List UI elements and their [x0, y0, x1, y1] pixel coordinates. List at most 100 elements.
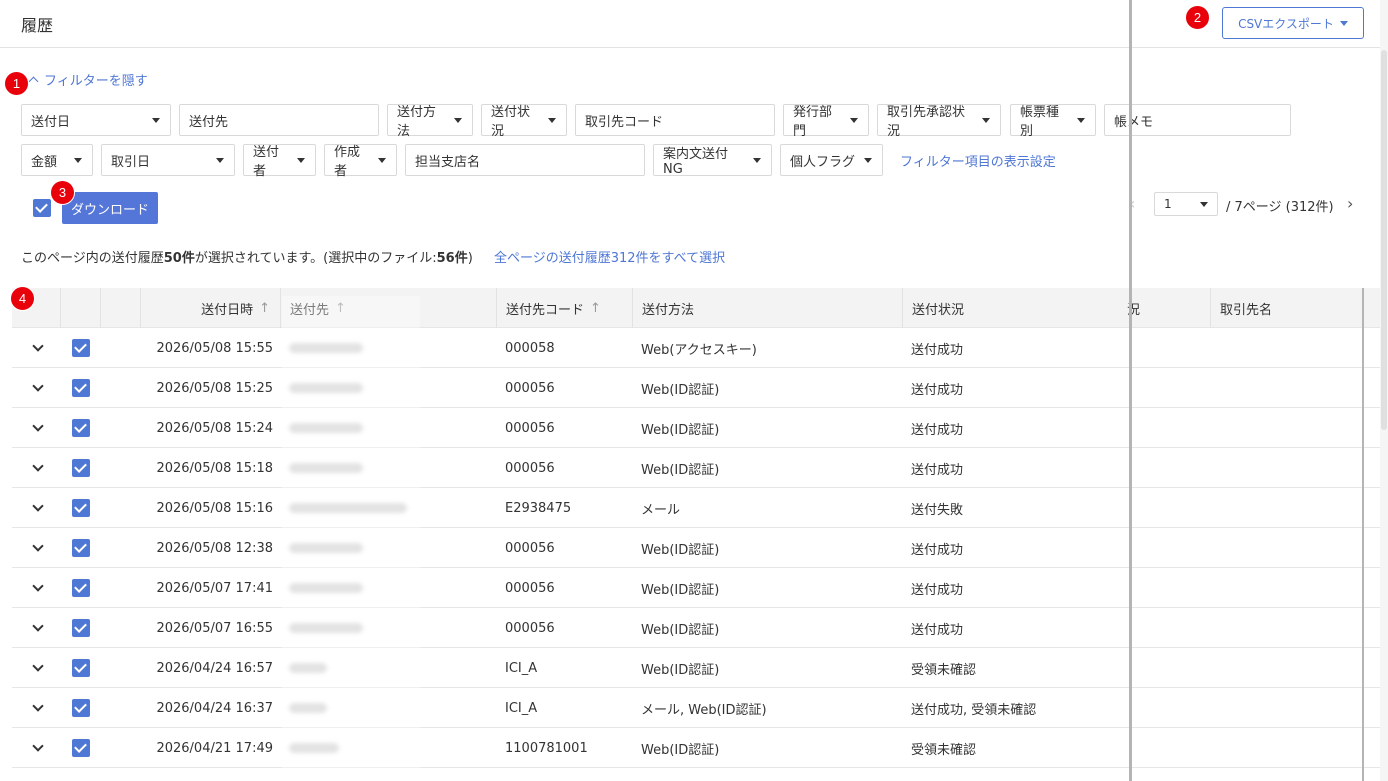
row-checkbox[interactable] [72, 739, 90, 757]
filter-send-status[interactable]: 送付状況 [481, 104, 567, 139]
header-partner-name[interactable]: 取引先名 [1210, 288, 1362, 328]
download-button[interactable]: ダウンロード [62, 192, 158, 224]
cell-status: 送付成功 [911, 542, 964, 558]
filter-partner-code-input[interactable]: 取引先コード [575, 104, 775, 136]
expand-row-button[interactable] [32, 568, 44, 608]
row-checkbox-cell[interactable] [72, 408, 90, 448]
page-select[interactable]: 1 [1154, 192, 1218, 216]
table-row[interactable]: 2026/05/08 12:38 000056 Web(ID認証) 送付成功 [12, 528, 1380, 568]
row-checkbox[interactable] [72, 699, 90, 717]
row-checkbox[interactable] [72, 419, 90, 437]
header-partial[interactable]: 況 [1120, 288, 1210, 328]
filter-personal-flag[interactable]: 個人フラグ [780, 144, 883, 176]
divider [1362, 288, 1364, 781]
header-sent-at[interactable]: 送付日時 ↑ [140, 288, 280, 328]
row-checkbox[interactable] [72, 339, 90, 357]
row-checkbox-cell[interactable] [72, 328, 90, 368]
filter-partner-approval[interactable]: 取引先承認状況 [877, 104, 1001, 139]
cell-sent-at: 2026/05/08 15:55 [156, 340, 273, 356]
row-checkbox-cell[interactable] [72, 688, 90, 728]
filter-toggle[interactable]: フィルターを隠す [28, 70, 148, 89]
expand-row-button[interactable] [32, 408, 44, 448]
scrollbar-thumb[interactable] [1381, 50, 1387, 430]
filter-sender[interactable]: 送付者 [243, 144, 316, 179]
cell-sent-at: 2026/05/08 15:16 [156, 500, 273, 516]
filter-creator[interactable]: 作成者 [324, 144, 397, 179]
row-checkbox[interactable] [72, 659, 90, 677]
expand-row-button[interactable] [32, 328, 44, 368]
row-checkbox-cell[interactable] [72, 608, 90, 648]
row-checkbox-cell[interactable] [72, 728, 90, 768]
cell-code: ICI_A [505, 660, 538, 676]
cell-method: Web(ID認証) [641, 542, 720, 558]
filter-send-method[interactable]: 送付方法 [387, 104, 473, 139]
filter-recipient-input[interactable]: 送付先 [179, 104, 379, 136]
table-row[interactable] [12, 768, 1380, 781]
filter-label: 取引日 [111, 154, 151, 170]
table-row[interactable]: 2026/05/08 15:55 000058 Web(アクセスキー) 送付成功 [12, 328, 1380, 368]
row-checkbox[interactable] [72, 619, 90, 637]
table-row[interactable]: 2026/05/08 15:25 000056 Web(ID認証) 送付成功 [12, 368, 1380, 408]
row-checkbox-cell[interactable] [72, 448, 90, 488]
row-checkbox[interactable] [72, 379, 90, 397]
table-row[interactable]: 2026/05/08 15:24 000056 Web(ID認証) 送付成功 [12, 408, 1380, 448]
table-row[interactable]: 2026/05/07 17:41 000056 Web(ID認証) 送付成功 [12, 568, 1380, 608]
sort-up-icon: ↑ [259, 300, 270, 316]
caret-down-icon [378, 157, 386, 163]
filter-settings-link[interactable]: フィルター項目の表示設定 [900, 151, 1056, 170]
cell-sent-at: 2026/05/08 15:25 [156, 380, 273, 396]
chevron-up-icon [28, 76, 39, 87]
header-label: 取引先名 [1220, 302, 1273, 318]
filter-branch-input[interactable]: 担当支店名 [405, 144, 645, 176]
row-checkbox[interactable] [72, 539, 90, 557]
row-checkbox-cell[interactable] [72, 648, 90, 688]
expand-row-button[interactable] [32, 448, 44, 488]
header-code[interactable]: 送付先コード ↑ [496, 288, 632, 328]
row-checkbox-cell[interactable] [72, 528, 90, 568]
row-checkbox-cell[interactable] [72, 488, 90, 528]
table-row[interactable]: 2026/05/08 15:16 E2938475 メール 送付失敗 [12, 488, 1380, 528]
cell-method: Web(ID認証) [641, 462, 720, 478]
filter-trade-date[interactable]: 取引日 [101, 144, 235, 176]
expand-row-button[interactable] [32, 488, 44, 528]
filter-memo-input[interactable]: 帳メモ [1104, 104, 1291, 136]
caret-down-icon [753, 157, 761, 163]
expand-row-button[interactable] [32, 528, 44, 568]
filter-placeholder: 送付先 [189, 114, 229, 130]
table-row[interactable]: 2026/05/07 16:55 000056 Web(ID認証) 送付成功 [12, 608, 1380, 648]
chevron-right-icon[interactable]: › [1347, 194, 1353, 213]
filter-amount[interactable]: 金額 [21, 144, 93, 176]
table-row[interactable]: 2026/04/24 16:57 ICI_A Web(ID認証) 受領未確認 [12, 648, 1380, 688]
filter-notice-ng[interactable]: 案内文送付NG [653, 144, 772, 177]
row-checkbox-cell[interactable] [72, 774, 90, 781]
chevron-down-icon [32, 660, 44, 672]
row-checkbox-cell[interactable] [72, 568, 90, 608]
row-checkbox[interactable] [72, 499, 90, 517]
row-checkbox[interactable] [72, 459, 90, 477]
cell-status: 送付成功 [911, 422, 964, 438]
expand-row-button[interactable] [32, 608, 44, 648]
table-row[interactable]: 2026/04/24 16:37 ICI_A メール, Web(ID認証) 送付成功,… [12, 688, 1380, 728]
select-all-pages-link[interactable]: 全ページの送付履歴312件をすべて選択 [494, 247, 725, 266]
cell-method: Web(ID認証) [641, 742, 720, 758]
header-status[interactable]: 送付状況 [902, 288, 1127, 328]
filter-issuing-dept[interactable]: 発行部門 [783, 104, 869, 139]
header-method[interactable]: 送付方法 [632, 288, 902, 328]
expand-row-button[interactable] [32, 688, 44, 728]
chevron-down-icon [32, 580, 44, 592]
row-checkbox[interactable] [72, 579, 90, 597]
chevron-down-icon [32, 620, 44, 632]
select-all-checkbox[interactable] [33, 199, 51, 217]
cell-method: Web(ID認証) [641, 382, 720, 398]
table-row[interactable]: 2026/05/08 15:18 000056 Web(ID認証) 送付成功 [12, 448, 1380, 488]
filter-sent-date[interactable]: 送付日 [21, 104, 171, 136]
filter-form-type[interactable]: 帳票種別 [1010, 104, 1096, 139]
expand-row-button[interactable] [32, 648, 44, 688]
csv-export-button[interactable]: CSVエクスポート [1222, 7, 1364, 39]
expand-row-button[interactable] [32, 368, 44, 408]
row-checkbox-cell[interactable] [72, 368, 90, 408]
table-row[interactable]: 2026/04/21 17:49 1100781001 Web(ID認証) 受領未確認 [12, 728, 1380, 768]
expand-row-button[interactable] [32, 728, 44, 768]
caret-down-icon [297, 157, 305, 163]
cell-sent-at: 2026/05/08 12:38 [156, 540, 273, 556]
